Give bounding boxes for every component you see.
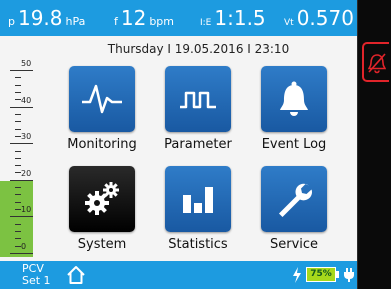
system-button[interactable]: System (54, 166, 150, 252)
gauge-label: 0 (21, 242, 27, 251)
service-label: Service (269, 237, 319, 252)
monitoring-button[interactable]: Monitoring (54, 66, 150, 152)
battery-indicator: 75% (306, 267, 336, 282)
main-menu: Thursday I 19.05.2016 I 23:10 50 40 30 20 10… (0, 36, 357, 261)
ie-ratio-label: I:E (200, 18, 212, 28)
pressure-gauge: 50 40 30 20 10 0 (0, 59, 33, 257)
statistics-button[interactable]: Statistics (150, 166, 246, 252)
service-button[interactable]: Service (246, 166, 342, 252)
event-log-tile[interactable] (261, 66, 327, 132)
frequency-readout: f 12 bpm (114, 0, 174, 36)
frequency-value: 12 (120, 6, 147, 30)
gauge-tick (15, 165, 21, 167)
gauge-label: 30 (21, 132, 32, 142)
gauge-tick (10, 143, 33, 145)
battery-percent: 75% (310, 269, 332, 279)
tidal-volume-readout: Vt 0.570 l (284, 0, 360, 36)
gauge-tick (15, 121, 21, 123)
gears-icon (85, 182, 119, 215)
ie-ratio-readout: I:E 1:1.5 (200, 0, 266, 36)
square-wave-icon (180, 91, 216, 109)
pressure-value: 19.8 (17, 6, 63, 30)
ventilator-screen: p 19.8 hPa f 12 bpm I:E 1:1.5 Vt 0.570 l… (0, 0, 391, 289)
gauge-tick (15, 113, 21, 115)
wrench-icon (279, 183, 312, 217)
parameter-button[interactable]: Parameter (150, 66, 246, 152)
parameter-label: Parameter (164, 137, 232, 152)
tidal-volume-value: 0.570 (296, 6, 354, 30)
gauge-tick (15, 91, 21, 93)
gauge-label: 20 (21, 168, 32, 178)
frequency-label: f (114, 15, 118, 28)
gauge-tick (15, 84, 21, 86)
gauge-tick (15, 201, 21, 203)
gauge-label: 40 (21, 95, 32, 105)
gauge-tick (10, 179, 33, 181)
pressure-readout: p 19.8 hPa (8, 0, 85, 36)
monitoring-label: Monitoring (67, 137, 137, 152)
pressure-unit: hPa (65, 15, 86, 28)
power-plug-icon (344, 268, 354, 282)
gauge-tick (15, 194, 21, 196)
waveform-icon (82, 84, 122, 114)
home-icon[interactable] (66, 265, 86, 285)
gauge-tick (15, 77, 21, 79)
ie-ratio-value: 1:1.5 (214, 6, 266, 30)
mode-set: Set 1 (22, 274, 51, 287)
event-log-button[interactable]: Event Log (246, 66, 342, 152)
gauge-label: 10 (21, 205, 32, 215)
gauge-tick (15, 150, 21, 152)
bar-chart-icon (183, 187, 213, 213)
ventilation-mode[interactable]: PCV Set 1 (22, 263, 51, 287)
alarm-silenced-icon (367, 53, 387, 74)
gauge-tick (15, 157, 21, 159)
battery-tip (336, 271, 339, 278)
gauge-tick (15, 128, 21, 130)
gauge-tick (15, 187, 21, 189)
alarm-mute-button[interactable] (362, 42, 389, 82)
parameter-bar: p 19.8 hPa f 12 bpm I:E 1:1.5 Vt 0.570 l (0, 0, 360, 36)
gauge-tick (10, 216, 33, 218)
bell-icon (280, 81, 308, 116)
statistics-label: Statistics (168, 237, 228, 252)
date-time: Thursday I 19.05.2016 I 23:10 (107, 42, 290, 56)
service-tile[interactable] (261, 166, 327, 232)
bottom-bar: PCV Set 1 75% (0, 261, 357, 289)
charging-bolt-icon (293, 267, 301, 283)
statistics-tile[interactable] (165, 166, 231, 232)
system-tile[interactable] (69, 166, 135, 232)
gauge-tick (10, 70, 33, 71)
gauge-tick (10, 253, 33, 254)
frequency-unit: bpm (149, 15, 175, 28)
gauge-tick (15, 223, 21, 225)
gauge-tick (10, 106, 33, 108)
pressure-label: p (8, 15, 15, 28)
system-label: System (77, 237, 127, 252)
tidal-volume-label: Vt (284, 18, 294, 28)
parameter-tile[interactable] (165, 66, 231, 132)
monitoring-tile[interactable] (69, 66, 135, 132)
gauge-label: 50 (21, 59, 32, 68)
event-log-label: Event Log (261, 137, 327, 152)
gauge-tick (15, 238, 21, 240)
gauge-tick (15, 231, 21, 233)
